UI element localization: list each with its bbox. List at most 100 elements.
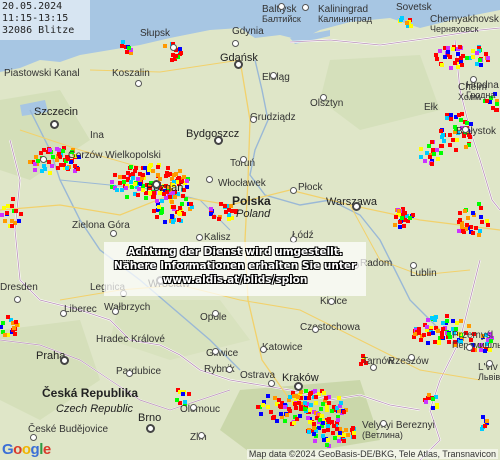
lightning-strike: [439, 129, 443, 133]
lightning-strike: [485, 419, 489, 423]
city-alt-label: Львів: [478, 372, 500, 382]
info-time-range: 11:15-13:15: [2, 13, 69, 24]
city-alt-label: Перемишль: [452, 340, 500, 350]
lightning-strike: [10, 219, 14, 223]
lightning-strike: [178, 206, 182, 210]
lightning-strike: [474, 226, 478, 230]
lightning-strike: [439, 151, 443, 155]
lightning-strike: [271, 416, 275, 420]
lightning-strike: [303, 407, 307, 411]
lightning-strike: [321, 421, 325, 425]
lightning-strike: [51, 155, 55, 159]
city-marker: [206, 176, 213, 183]
city-label: Szczecin: [34, 106, 79, 118]
lightning-strike: [144, 196, 148, 200]
city-marker: [486, 360, 493, 367]
google-logo[interactable]: Google: [2, 441, 51, 458]
lightning-strike: [155, 199, 159, 203]
city-label: Olomouc: [180, 404, 221, 415]
lightning-strike: [170, 200, 174, 204]
lightning-strike: [175, 398, 179, 402]
lightning-strike: [187, 392, 191, 396]
lightning-strike: [157, 205, 161, 209]
city-alt-label: Черняховск: [430, 24, 479, 34]
lightning-strike: [393, 223, 397, 227]
lightning-strike: [48, 148, 52, 152]
lightning-strike: [313, 439, 317, 443]
lightning-strike: [449, 117, 453, 121]
lightning-strike: [179, 51, 183, 55]
country-label-poland-sub: Poland: [236, 208, 271, 220]
lightning-strike: [486, 56, 490, 60]
lightning-strike: [425, 325, 429, 329]
lightning-strike: [48, 171, 52, 175]
logo-letter: e: [42, 441, 51, 458]
city-marker: [60, 356, 69, 365]
lightning-strike: [177, 176, 181, 180]
lightning-strike: [398, 220, 402, 224]
lightning-strike: [438, 49, 442, 53]
lightning-strike: [121, 40, 125, 44]
lightning-strike: [269, 410, 273, 414]
city-label: Wałbrzych: [104, 302, 151, 313]
lightning-strike: [326, 428, 330, 432]
city-marker: [30, 434, 37, 441]
lightning-strike: [495, 102, 499, 106]
lightning-strike: [120, 44, 124, 48]
city-marker: [14, 296, 21, 303]
lightning-strike: [0, 325, 3, 329]
city-label: Gdynia: [232, 26, 264, 37]
city-marker: [190, 404, 197, 411]
lightning-strike: [456, 65, 460, 69]
lightning-strike: [292, 421, 296, 425]
lightning-strike: [447, 340, 451, 344]
city-label: Częstochowa: [300, 322, 361, 333]
lightning-strike: [419, 338, 423, 342]
lightning-strike: [160, 199, 164, 203]
city-label: Gorzów Wielkopolski: [68, 150, 161, 161]
city-marker: [294, 382, 303, 391]
city-marker: [260, 346, 267, 353]
lightning-strike: [459, 118, 463, 122]
notice-line-1: Achtung der Dienst wird umgestellt.: [127, 246, 343, 258]
lightning-strike: [136, 177, 140, 181]
lightning-strike: [460, 63, 464, 67]
lightning-strike: [293, 402, 297, 406]
lightning-strike: [330, 409, 334, 413]
lightning-strike: [457, 113, 461, 117]
map-attribution[interactable]: Map data ©2024 GeoBasis-DE/BKG, Tele Atl…: [246, 449, 498, 459]
lightning-strike: [19, 212, 23, 216]
lightning-strike: [445, 319, 449, 323]
city-marker: [408, 354, 415, 361]
lightning-strike: [427, 332, 431, 336]
lightning-strike: [76, 167, 80, 171]
city-marker: [212, 310, 219, 317]
lightning-strike: [465, 121, 469, 125]
lightning-strike: [335, 427, 339, 431]
city-marker: [212, 348, 219, 355]
time-info-box: 20.05.2024 11:15-13:15 32086 Blitze: [0, 0, 90, 40]
lightning-strike: [446, 46, 450, 50]
map-view[interactable]: BaltiyskБалтийскKaliningradКалининградSo…: [0, 0, 500, 460]
lightning-strike: [447, 332, 451, 336]
lightning-strike: [155, 215, 159, 219]
lightning-strike: [314, 395, 318, 399]
lightning-strike: [177, 218, 181, 222]
lightning-strike: [131, 172, 135, 176]
lightning-strike: [434, 315, 438, 319]
lightning-strike: [118, 175, 122, 179]
city-label: Dresden: [0, 282, 38, 293]
lightning-strike: [170, 58, 174, 62]
lightning-strike: [33, 168, 37, 172]
city-marker: [410, 262, 417, 269]
notice-link[interactable]: www.aldis.at/blids/splon: [104, 273, 366, 287]
lightning-strike: [178, 212, 182, 216]
lightning-strike: [342, 410, 346, 414]
lightning-strike: [479, 215, 483, 219]
lightning-strike: [212, 215, 216, 219]
lightning-strike: [336, 418, 340, 422]
lightning-strike: [480, 220, 484, 224]
city-label: Słupsk: [140, 28, 171, 39]
lightning-strike: [149, 163, 153, 167]
lightning-strike: [400, 216, 404, 220]
